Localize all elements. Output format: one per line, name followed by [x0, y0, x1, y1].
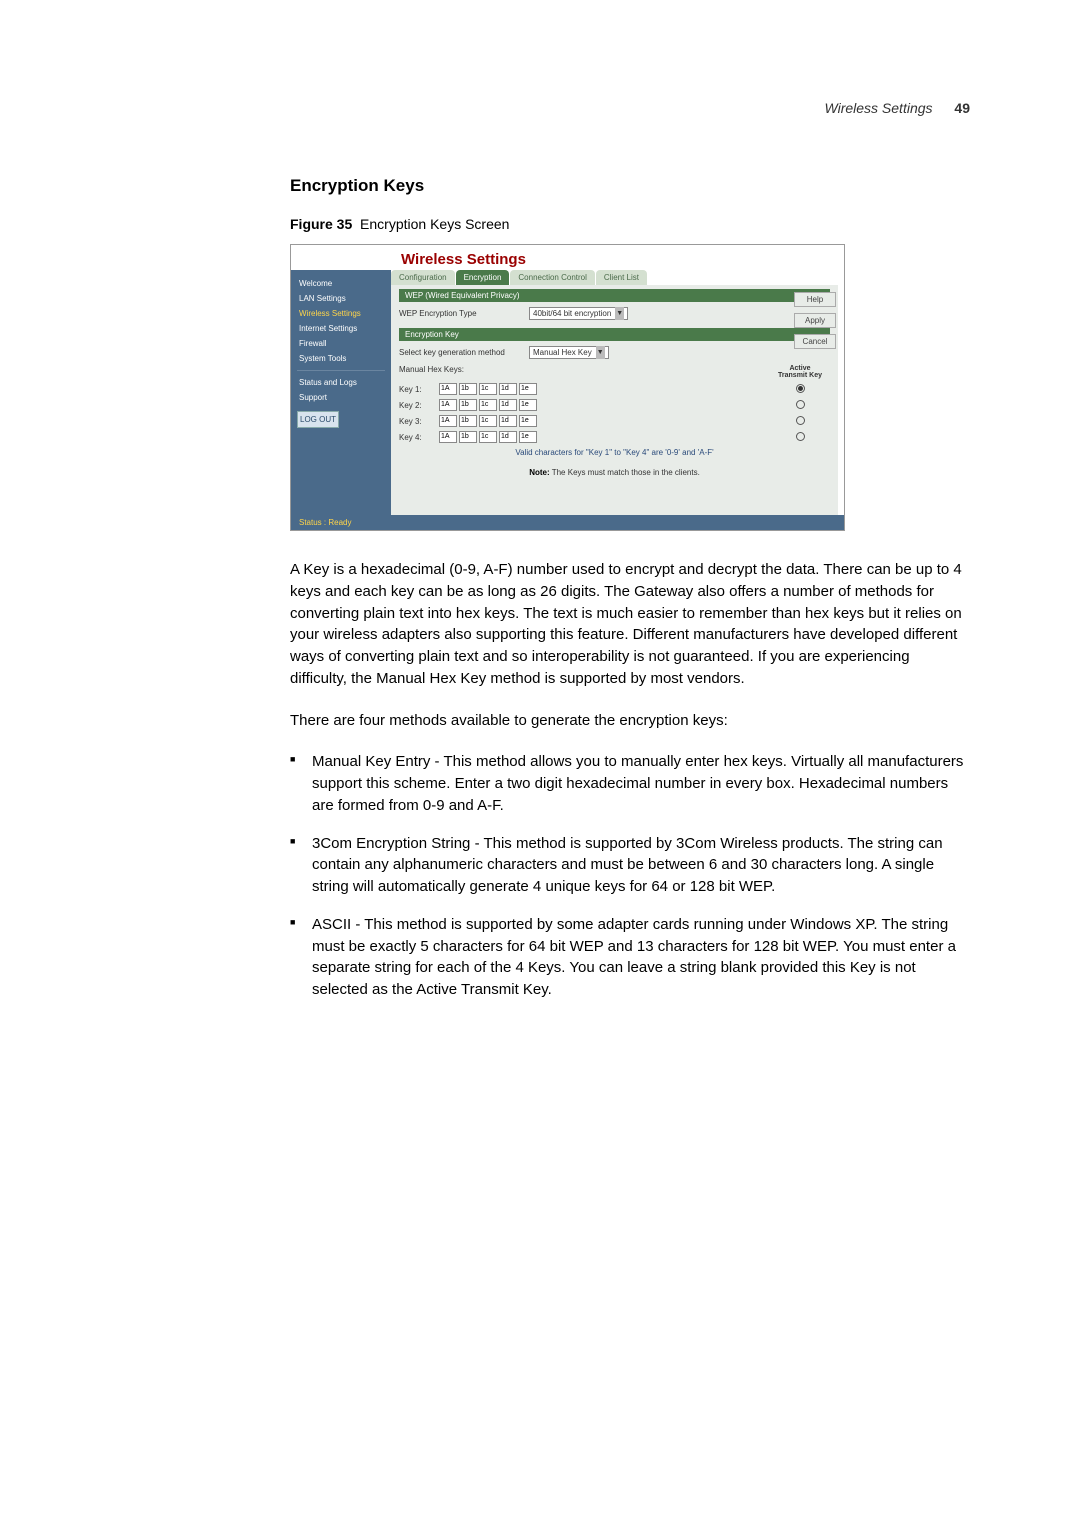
page-header: Wireless Settings 49	[110, 100, 970, 116]
ss-window-title: Wireless Settings	[401, 251, 834, 268]
wep-type-select[interactable]: 40bit/64 bit encryption ▼	[529, 307, 628, 320]
sidebar-item-system[interactable]: System Tools	[297, 351, 385, 366]
key3-box[interactable]: 1c	[479, 415, 497, 427]
tab-client-list[interactable]: Client List	[596, 270, 647, 285]
key1-radio[interactable]	[796, 384, 805, 393]
key-row-1: Key 1: 1A 1b 1c 1d 1e	[399, 381, 830, 397]
key-method-label: Select key generation method	[399, 348, 529, 357]
ss-sidebar: Welcome LAN Settings Wireless Settings I…	[291, 270, 391, 515]
status-bar: Status : Ready	[291, 515, 844, 530]
key1-box[interactable]: 1d	[499, 383, 517, 395]
screenshot-figure: Wireless Settings Welcome LAN Settings W…	[290, 244, 845, 531]
cancel-button[interactable]: Cancel	[794, 334, 836, 349]
key2-box[interactable]: 1A	[439, 399, 457, 411]
key2-box[interactable]: 1d	[499, 399, 517, 411]
tab-configuration[interactable]: Configuration	[391, 270, 455, 285]
header-label: Wireless Settings	[825, 100, 933, 116]
key-method-value: Manual Hex Key	[533, 346, 592, 359]
key4-box[interactable]: 1b	[459, 431, 477, 443]
sidebar-item-support[interactable]: Support	[297, 390, 385, 405]
key4-radio[interactable]	[796, 432, 805, 441]
bullet-list: Manual Key Entry - This method allows yo…	[290, 751, 970, 1001]
key1-box[interactable]: 1b	[459, 383, 477, 395]
key-method-select[interactable]: Manual Hex Key ▼	[529, 346, 609, 359]
sidebar-item-status[interactable]: Status and Logs	[297, 375, 385, 390]
key-row-2: Key 2: 1A 1b 1c 1d 1e	[399, 397, 830, 413]
wep-section-heading: WEP (Wired Equivalent Privacy)	[399, 289, 830, 302]
key4-label: Key 4:	[399, 433, 439, 442]
tab-encryption[interactable]: Encryption	[456, 270, 510, 285]
ss-panel: WEP (Wired Equivalent Privacy) WEP Encry…	[391, 285, 838, 515]
key2-label: Key 2:	[399, 401, 439, 410]
help-button[interactable]: Help	[794, 292, 836, 307]
key2-radio[interactable]	[796, 400, 805, 409]
key3-box[interactable]: 1b	[459, 415, 477, 427]
ss-action-buttons: Help Apply Cancel	[794, 292, 836, 349]
figure-label: Figure 35	[290, 216, 352, 232]
key1-box[interactable]: 1c	[479, 383, 497, 395]
key-row-3: Key 3: 1A 1b 1c 1d 1e	[399, 413, 830, 429]
bullet-ascii: ASCII - This method is supported by some…	[290, 914, 970, 1001]
wep-type-value: 40bit/64 bit encryption	[533, 307, 611, 320]
manual-hex-label: Manual Hex Keys:	[399, 365, 464, 379]
logout-button[interactable]: LOG OUT	[297, 411, 339, 428]
key1-box[interactable]: 1A	[439, 383, 457, 395]
key3-box[interactable]: 1e	[519, 415, 537, 427]
section-title: Encryption Keys	[290, 176, 970, 196]
match-note-label: Note:	[529, 468, 549, 477]
key2-box[interactable]: 1c	[479, 399, 497, 411]
match-note: Note: The Keys must match those in the c…	[399, 460, 830, 507]
figure-caption: Figure 35 Encryption Keys Screen	[290, 216, 970, 232]
apply-button[interactable]: Apply	[794, 313, 836, 328]
ss-tabs: Configuration Encryption Connection Cont…	[391, 270, 838, 285]
wep-type-label: WEP Encryption Type	[399, 309, 529, 318]
figure-title: Encryption Keys Screen	[360, 216, 509, 232]
key-row-4: Key 4: 1A 1b 1c 1d 1e	[399, 429, 830, 445]
sidebar-item-wireless[interactable]: Wireless Settings	[297, 306, 385, 321]
key3-label: Key 3:	[399, 417, 439, 426]
chevron-down-icon: ▼	[596, 346, 605, 359]
sidebar-item-firewall[interactable]: Firewall	[297, 336, 385, 351]
key2-box[interactable]: 1e	[519, 399, 537, 411]
key4-box[interactable]: 1d	[499, 431, 517, 443]
valid-chars-note: Valid characters for "Key 1" to "Key 4" …	[399, 445, 830, 460]
page-number: 49	[954, 100, 970, 116]
body-para-2: There are four methods available to gene…	[290, 710, 970, 732]
key3-box[interactable]: 1d	[499, 415, 517, 427]
key4-box[interactable]: 1A	[439, 431, 457, 443]
sidebar-item-welcome[interactable]: Welcome	[297, 276, 385, 291]
key4-box[interactable]: 1e	[519, 431, 537, 443]
enc-key-heading: Encryption Key	[399, 328, 830, 341]
sidebar-item-lan[interactable]: LAN Settings	[297, 291, 385, 306]
key3-radio[interactable]	[796, 416, 805, 425]
bullet-3com: 3Com Encryption String - This method is …	[290, 833, 970, 898]
body-para-1: A Key is a hexadecimal (0-9, A-F) number…	[290, 559, 970, 690]
active-transmit-label: ActiveTransmit Key	[770, 365, 830, 379]
bullet-manual-key: Manual Key Entry - This method allows yo…	[290, 751, 970, 816]
match-note-text: The Keys must match those in the clients…	[552, 468, 700, 477]
tab-connection-control[interactable]: Connection Control	[510, 270, 594, 285]
key1-box[interactable]: 1e	[519, 383, 537, 395]
key2-box[interactable]: 1b	[459, 399, 477, 411]
sidebar-item-internet[interactable]: Internet Settings	[297, 321, 385, 336]
chevron-down-icon: ▼	[615, 307, 624, 320]
key1-label: Key 1:	[399, 385, 439, 394]
key4-box[interactable]: 1c	[479, 431, 497, 443]
key3-box[interactable]: 1A	[439, 415, 457, 427]
